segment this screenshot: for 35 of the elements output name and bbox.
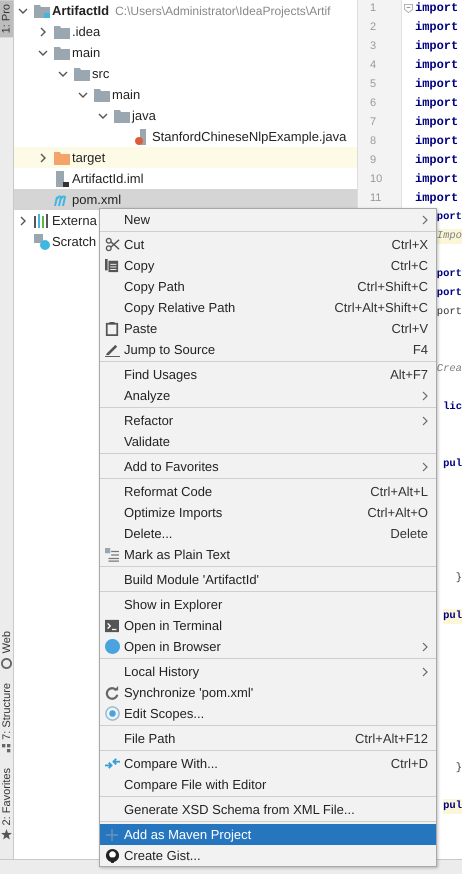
code-text: import bbox=[415, 153, 458, 168]
line-number: 2 bbox=[370, 21, 376, 33]
code-text: port bbox=[436, 286, 462, 301]
code-text: import bbox=[415, 172, 458, 187]
code-text: import bbox=[415, 1, 458, 16]
project-path: C:\Users\Administrator\IdeaProjects\Artif bbox=[115, 4, 330, 18]
line-number: 6 bbox=[370, 97, 376, 109]
code-text: pul bbox=[443, 609, 462, 624]
code-text: } bbox=[456, 571, 462, 586]
line-number: 11 bbox=[370, 192, 382, 204]
code-text: port bbox=[436, 305, 462, 320]
line-number: 9 bbox=[370, 154, 376, 166]
code-text: port bbox=[436, 210, 462, 225]
code-text: import bbox=[415, 134, 458, 149]
code-text: port bbox=[436, 267, 462, 282]
code-text: import bbox=[415, 39, 458, 54]
code-text: import bbox=[415, 115, 458, 130]
code-text: import bbox=[415, 20, 458, 35]
line-number: 7 bbox=[370, 116, 376, 128]
line-number: 10 bbox=[370, 173, 382, 185]
code-text: } bbox=[456, 761, 462, 776]
line-number: 4 bbox=[370, 59, 376, 71]
code-text: pul bbox=[443, 457, 462, 472]
code-text: import bbox=[415, 191, 458, 206]
code-text: import bbox=[415, 77, 458, 92]
code-text: pul bbox=[443, 799, 462, 814]
code-text: Impo bbox=[436, 229, 462, 244]
code-text: import bbox=[415, 58, 458, 73]
line-number: 5 bbox=[370, 78, 376, 90]
code-text: Crea bbox=[436, 362, 462, 377]
line-number: 3 bbox=[370, 40, 376, 52]
code-text: lic bbox=[443, 400, 462, 415]
code-text: import bbox=[415, 96, 458, 111]
line-number: 8 bbox=[370, 135, 376, 147]
line-number: 1 bbox=[370, 2, 376, 14]
